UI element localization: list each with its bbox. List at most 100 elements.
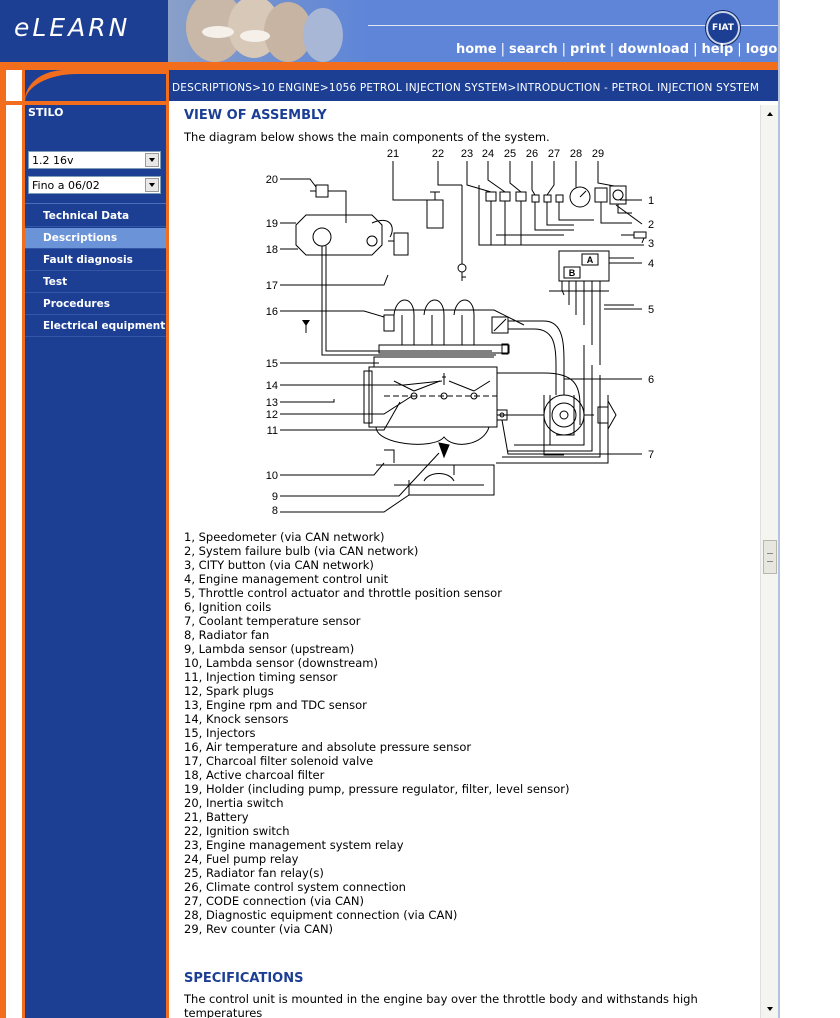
diagram-label: 16 xyxy=(266,306,278,318)
list-item: 12, Spark plugs xyxy=(184,684,274,698)
specifications-title: SPECIFICATIONS xyxy=(184,971,304,986)
nav-download-link[interactable]: download xyxy=(618,42,689,57)
specifications-text: The control unit is mounted in the engin… xyxy=(184,992,698,1018)
logo-area: eLEARN xyxy=(0,0,168,62)
list-item: 1, Speedometer (via CAN network) xyxy=(184,530,385,544)
assembly-diagram: 21 22 23 24 25 26 27 28 29 20 19 18 17 1… xyxy=(266,148,654,515)
list-item: 29, Rev counter (via CAN) xyxy=(184,922,334,936)
sidebar-item-fault-diagnosis[interactable]: Fault diagnosis xyxy=(25,250,166,271)
section-title: VIEW OF ASSEMBLY xyxy=(184,108,327,123)
orange-band xyxy=(0,62,780,70)
diagram-label: 27 xyxy=(548,148,560,160)
chevron-down-icon[interactable] xyxy=(145,153,159,167)
list-item: 7, Coolant temperature sensor xyxy=(184,614,361,628)
sidebar-item-electrical-equipment[interactable]: Electrical equipment xyxy=(25,316,166,337)
diagram-label: 11 xyxy=(267,425,278,437)
chevron-down-icon[interactable] xyxy=(145,178,159,192)
diagram-label: 21 xyxy=(387,148,399,160)
diagram-label: 3 xyxy=(648,238,654,250)
list-item: 10, Lambda sensor (downstream) xyxy=(184,656,378,670)
diagram-label: 18 xyxy=(266,244,278,256)
sidebar-item-test[interactable]: Test xyxy=(25,272,166,293)
diagram-label: 12 xyxy=(266,409,278,421)
list-item: 13, Engine rpm and TDC sensor xyxy=(184,698,367,712)
diagram-label: 9 xyxy=(272,491,278,503)
nav-separator: | xyxy=(693,42,698,57)
app-window: eLEARN FIAT home | search | print | download | h… xyxy=(0,0,840,1018)
scroll-down-arrow-icon[interactable] xyxy=(763,1002,777,1016)
list-item: 4, Engine management control unit xyxy=(184,572,389,586)
diagram-label: 20 xyxy=(266,174,278,186)
sidebar-divider xyxy=(25,203,166,204)
list-item: 6, Ignition coils xyxy=(184,600,272,614)
nav-logout-link[interactable]: logout xyxy=(746,42,793,57)
list-item: 8, Radiator fan xyxy=(184,628,270,642)
sidebar-curve xyxy=(25,74,166,102)
diagram-label: 22 xyxy=(432,148,444,160)
diagram-label: 29 xyxy=(592,148,604,160)
list-item: 24, Fuel pump relay xyxy=(184,852,299,866)
engine-select-value: 1.2 16v xyxy=(32,154,74,167)
sidebar-item-descriptions[interactable]: Descriptions xyxy=(25,228,166,249)
nav-separator: | xyxy=(561,42,567,57)
list-item: 5, Throttle control actuator and throttl… xyxy=(184,586,502,600)
nav-search-link[interactable]: search xyxy=(509,42,558,57)
list-item: 9, Lambda sensor (upstream) xyxy=(184,642,355,656)
diagram-label: 19 xyxy=(266,218,278,230)
list-item: 11, Injection timing sensor xyxy=(184,670,338,684)
nav-separator: | xyxy=(500,42,505,57)
list-item: 14, Knock sensors xyxy=(184,712,289,726)
sidebar-item-technical-data[interactable]: Technical Data xyxy=(25,206,166,227)
nav-print-link[interactable]: print xyxy=(570,42,606,57)
nav-help-link[interactable]: help xyxy=(701,42,733,57)
diagram-label: 26 xyxy=(526,148,538,160)
diagram-label: 2 xyxy=(648,219,654,231)
header-photo xyxy=(168,0,368,62)
diagram-label: 4 xyxy=(648,258,654,270)
scrollbar-thumb[interactable] xyxy=(763,540,777,574)
orange-strip xyxy=(0,62,6,1018)
fiat-logo-icon: FIAT xyxy=(706,11,740,45)
diagram-label: 23 xyxy=(461,148,473,160)
list-item: 16, Air temperature and absolute pressur… xyxy=(184,740,472,754)
sidebar-item-procedures[interactable]: Procedures xyxy=(25,294,166,315)
orange-band xyxy=(0,101,168,105)
engine-select[interactable]: 1.2 16v xyxy=(28,151,161,169)
date-select[interactable]: Fino a 06/02 xyxy=(28,176,161,194)
list-item: 22, Ignition switch xyxy=(184,824,290,838)
top-navigation: home | search | print | download | help | logout xyxy=(456,42,793,57)
list-item: 28, Diagnostic equipment connection (via… xyxy=(184,908,458,922)
list-item: 23, Engine management system relay xyxy=(184,838,404,852)
diagram-label: 5 xyxy=(648,304,654,316)
vertical-scrollbar[interactable] xyxy=(760,105,778,1018)
list-item: 20, Inertia switch xyxy=(184,796,284,810)
diagram-label: 28 xyxy=(570,148,582,160)
list-item: 2, System failure bulb (via CAN network) xyxy=(184,544,419,558)
diagram-label: 24 xyxy=(482,148,494,160)
diagram-label: 6 xyxy=(648,374,654,386)
diagram-label: 14 xyxy=(266,380,278,392)
breadcrumb: DESCRIPTIONS>10 ENGINE>1056 PETROL INJEC… xyxy=(172,82,760,94)
list-item: 15, Injectors xyxy=(184,726,256,740)
list-item: 17, Charcoal filter solenoid valve xyxy=(184,754,374,768)
list-item: 18, Active charcoal filter xyxy=(184,768,325,782)
content-pane: VIEW OF ASSEMBLY The diagram below shows… xyxy=(169,105,760,1018)
ecu-connector-b-label: B xyxy=(569,268,576,278)
list-item: 3, CITY button (via CAN network) xyxy=(184,558,374,572)
date-select-value: Fino a 06/02 xyxy=(32,179,100,192)
list-item: 19, Holder (including pump, pressure reg… xyxy=(184,782,570,796)
diagram-label: 8 xyxy=(272,505,278,515)
model-title: STILO xyxy=(28,106,64,119)
ecu-connector-a-label: A xyxy=(587,255,594,265)
intro-text: The diagram below shows the main compone… xyxy=(184,130,550,144)
elearn-logo: eLEARN xyxy=(14,13,131,42)
window-edge xyxy=(778,0,780,1018)
diagram-label: 15 xyxy=(266,358,278,370)
nav-home-link[interactable]: home xyxy=(456,42,497,57)
nav-separator: | xyxy=(737,42,742,57)
diagram-label: 1 xyxy=(648,195,654,207)
component-legend: 1, Speedometer (via CAN network) 2, Syst… xyxy=(184,530,569,936)
scroll-up-arrow-icon[interactable] xyxy=(763,107,777,121)
diagram-label: 17 xyxy=(266,280,278,292)
list-item: 25, Radiator fan relay(s) xyxy=(184,866,324,880)
